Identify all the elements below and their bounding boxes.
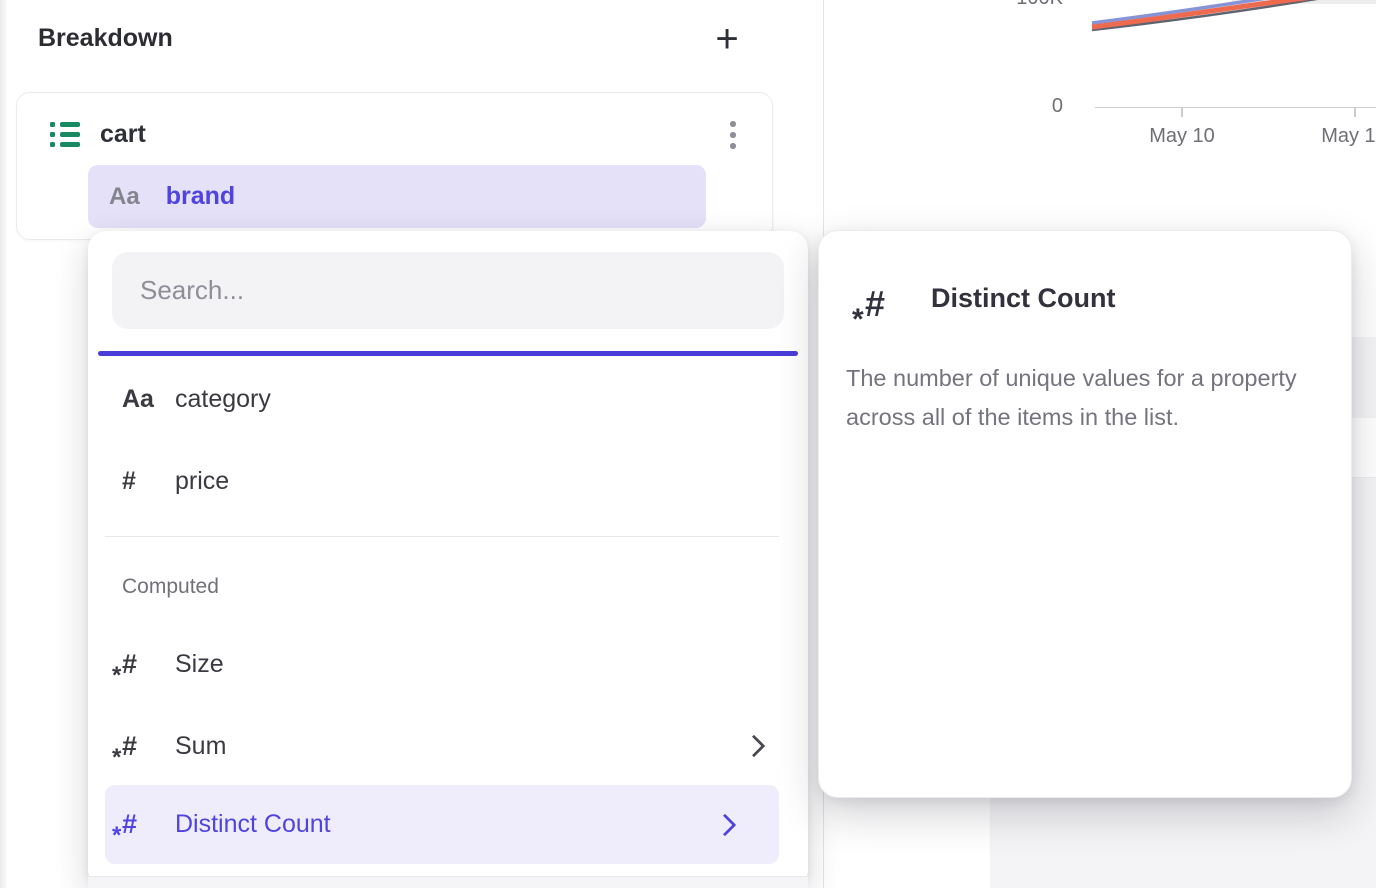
selected-property-label: brand	[166, 182, 235, 211]
dropdown-divider	[105, 536, 779, 537]
dropdown-item-distinct-count[interactable]: # * Distinct Count	[105, 785, 779, 864]
kebab-menu-icon[interactable]	[730, 121, 736, 149]
dropdown-item-category[interactable]: Aa category	[88, 358, 808, 440]
x-axis-tickmark	[1354, 108, 1356, 117]
y-axis-tick-0: 0	[1003, 95, 1063, 118]
dropdown-item-label: Sum	[175, 732, 226, 761]
x-axis-tickmark	[1181, 108, 1183, 117]
star-glyph: *	[112, 662, 121, 690]
chevron-right-icon	[714, 813, 737, 836]
chevron-right-icon	[743, 735, 766, 758]
selected-property-chip-brand[interactable]: Aa brand	[88, 165, 706, 228]
tooltip-title: Distinct Count	[931, 283, 1115, 314]
hash-glyph: #	[122, 649, 137, 679]
line-chart-series	[1090, 0, 1376, 36]
y-axis-tick-100k: 100K	[1003, 0, 1063, 10]
x-axis-label-may10: May 10	[1132, 125, 1232, 148]
series-line-gray	[1092, 0, 1334, 30]
computed-number-icon: # *	[122, 649, 166, 680]
add-breakdown-button[interactable]: +	[706, 16, 748, 62]
star-glyph: *	[112, 744, 121, 772]
tooltip-description: The number of unique values for a proper…	[846, 359, 1324, 437]
number-type-icon: #	[122, 467, 166, 496]
distinct-count-tooltip: # * Distinct Count The number of unique …	[818, 230, 1352, 798]
breakdown-panel-view: 100K 0 May 10 May 12 Breakdown + cart Aa…	[0, 0, 1376, 888]
text-type-icon: Aa	[122, 385, 166, 414]
x-axis-label-may12: May 12	[1304, 125, 1376, 148]
dropdown-item-label: Distinct Count	[175, 810, 331, 839]
computed-number-icon: # *	[122, 809, 166, 840]
property-dropdown: Aa category # price Computed # * Size # …	[88, 231, 808, 888]
dropdown-item-label: price	[175, 467, 229, 496]
page-edge-shadow	[0, 0, 7, 888]
dropdown-item-label: Size	[175, 650, 224, 679]
cart-group-label: cart	[100, 120, 146, 149]
dropdown-item-sum[interactable]: # * Sum	[88, 705, 808, 787]
breakdown-section-title: Breakdown	[38, 24, 173, 53]
computed-number-icon: # *	[122, 731, 166, 762]
hash-glyph: #	[865, 283, 885, 324]
text-type-icon: Aa	[109, 183, 140, 211]
search-input[interactable]	[112, 252, 784, 329]
star-glyph: *	[112, 822, 121, 850]
dropdown-footer	[88, 877, 808, 888]
dropdown-item-label: category	[175, 385, 271, 414]
hash-glyph: #	[122, 731, 137, 761]
dropdown-item-price[interactable]: # price	[88, 440, 808, 522]
x-axis-line	[1095, 107, 1376, 108]
computed-section-label: Computed	[122, 575, 219, 599]
active-selection-bar	[98, 351, 798, 356]
star-glyph: *	[852, 303, 864, 337]
list-property-icon	[50, 122, 80, 147]
dropdown-item-size[interactable]: # * Size	[88, 623, 808, 705]
hash-glyph: #	[122, 809, 137, 839]
computed-number-icon: # *	[865, 283, 885, 325]
